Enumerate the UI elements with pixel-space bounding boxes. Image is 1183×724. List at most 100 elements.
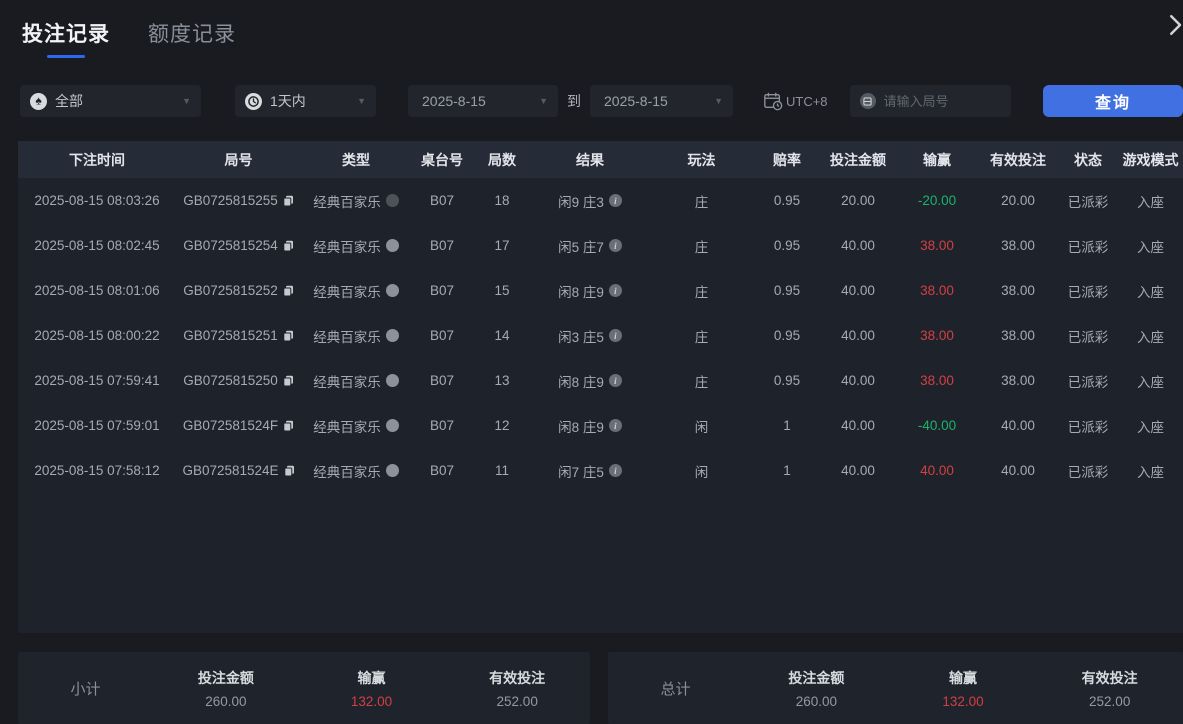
result-cell: 闲3 庄5 i	[531, 326, 649, 346]
col-header-odds: 赔率	[773, 151, 801, 168]
result-cell: 闲8 庄9 i	[531, 281, 649, 301]
winloss-cell: -20.00	[917, 193, 957, 208]
winloss-cell: 38.00	[920, 373, 954, 388]
bet-time: 2025-08-15 08:01:06	[34, 283, 160, 298]
subtotal-bet-value: 260.00	[205, 693, 247, 709]
round-id: GB072581524F	[182, 418, 279, 433]
date-to-value: 2025-8-15	[604, 93, 668, 109]
table-row: 2025-08-15 07:58:12 GB072581524E 经典百家乐 B…	[18, 448, 1183, 493]
table-no: B07	[429, 238, 455, 253]
game-mode: 入座	[1137, 194, 1164, 210]
game-type-select[interactable]: ♠ 全部 ▼	[20, 85, 201, 117]
game-type-value: 全部	[55, 93, 83, 109]
copy-icon[interactable]	[283, 285, 294, 297]
table-row: 2025-08-15 08:03:26 GB0725815255 经典百家乐 B…	[18, 178, 1183, 223]
copy-icon[interactable]	[283, 465, 295, 477]
betting-records-page: 投注记录 额度记录 ♠ 全部 ▼ 1天内 ▼ 2025-8-15 ▼ 到 202…	[0, 0, 1183, 724]
play-type: 庄	[694, 374, 709, 390]
play-type: 闲	[694, 419, 709, 435]
round-id-cell: GB0725815254	[176, 238, 301, 253]
game-type-cell: 经典百家乐	[301, 416, 411, 436]
result-text: 闲5 庄7	[558, 239, 604, 255]
time-range-select[interactable]: 1天内 ▼	[235, 85, 376, 117]
info-icon[interactable]: i	[608, 239, 622, 252]
bet-time: 2025-08-15 08:00:22	[34, 328, 160, 343]
chevron-down-icon: ▼	[357, 96, 366, 106]
round-badge-icon	[859, 93, 876, 109]
round-no: 17	[494, 238, 510, 253]
col-header-valid-bet: 有效投注	[990, 151, 1046, 168]
info-icon[interactable]: i	[608, 464, 622, 477]
game-type: 经典百家乐	[313, 284, 381, 300]
valid-bet: 38.00	[1001, 238, 1035, 253]
valid-bet: 40.00	[1001, 463, 1035, 478]
bet-time: 2025-08-15 07:59:41	[34, 373, 160, 388]
info-icon[interactable]: i	[608, 329, 622, 342]
game-type: 经典百家乐	[313, 329, 381, 345]
records-table: 下注时间 局号 类型 桌台号 局数 结果 玩法 赔率 投注金额 输赢 有效投注 …	[18, 141, 1183, 633]
info-icon[interactable]: i	[608, 284, 622, 297]
tab-label: 额度记录	[148, 23, 236, 46]
chevron-right-icon[interactable]	[1160, 10, 1183, 40]
table-row: 2025-08-15 07:59:01 GB072581524F 经典百家乐 B…	[18, 403, 1183, 448]
copy-icon[interactable]	[283, 330, 294, 342]
timezone-label: UTC+8	[786, 93, 828, 109]
round-id-cell: GB072581524E	[176, 463, 301, 478]
game-type: 经典百家乐	[313, 374, 381, 390]
query-button[interactable]: 查询	[1043, 85, 1183, 117]
game-mode: 入座	[1137, 329, 1164, 345]
round-id-search[interactable]	[849, 85, 1011, 117]
round-id: GB072581524E	[182, 463, 279, 478]
game-type: 经典百家乐	[313, 239, 381, 255]
type-status-dot	[385, 374, 399, 387]
info-icon[interactable]: i	[608, 194, 622, 207]
tab-bar: 投注记录 额度记录	[22, 18, 236, 58]
odds: 0.95	[773, 193, 801, 208]
copy-icon[interactable]	[283, 240, 294, 252]
game-mode: 入座	[1137, 284, 1164, 300]
bet-time: 2025-08-15 08:03:26	[34, 193, 160, 208]
type-status-dot	[385, 239, 399, 252]
table-row: 2025-08-15 08:02:45 GB0725815254 经典百家乐 B…	[18, 223, 1183, 268]
play-type: 闲	[694, 464, 709, 480]
copy-icon[interactable]	[283, 375, 294, 387]
result-cell: 闲8 庄9 i	[531, 416, 649, 436]
to-label: 到	[567, 93, 581, 109]
play-type: 庄	[694, 284, 709, 300]
date-from-select[interactable]: 2025-8-15 ▼	[408, 85, 558, 117]
result-text: 闲8 庄9	[558, 284, 604, 300]
result-cell: 闲8 庄9 i	[531, 371, 649, 391]
status: 已派彩	[1067, 194, 1109, 210]
subtotal-valid-bet: 有效投注 252.00	[444, 668, 590, 709]
round-id-input[interactable]	[883, 93, 994, 109]
timezone-indicator[interactable]: UTC+8	[763, 91, 828, 111]
status: 已派彩	[1067, 464, 1109, 480]
date-to-select[interactable]: 2025-8-15 ▼	[590, 85, 733, 117]
bet-amount: 20.00	[841, 193, 875, 208]
total-winloss: 输赢 132.00	[890, 668, 1037, 709]
odds: 0.95	[773, 373, 801, 388]
tab-betting-records[interactable]: 投注记录	[22, 18, 110, 58]
total-valid-bet: 有效投注 252.00	[1036, 668, 1183, 709]
game-mode: 入座	[1137, 374, 1164, 390]
tab-quota-records[interactable]: 额度记录	[148, 18, 236, 48]
copy-icon[interactable]	[283, 420, 294, 432]
col-header-bet-amount: 投注金额	[830, 151, 886, 168]
info-icon[interactable]: i	[608, 374, 622, 387]
round-id: GB0725815250	[183, 373, 278, 388]
round-id-cell: GB0725815251	[176, 328, 301, 343]
type-status-dot	[385, 194, 399, 207]
result-text: 闲8 庄9	[558, 419, 604, 435]
col-header-type: 类型	[342, 151, 370, 168]
winloss-cell: 40.00	[920, 463, 954, 478]
valid-bet: 40.00	[1001, 418, 1035, 433]
copy-icon[interactable]	[283, 195, 294, 207]
game-type: 经典百家乐	[313, 464, 381, 480]
filter-bar: ♠ 全部 ▼ 1天内 ▼ 2025-8-15 ▼ 到 2025-8-15 ▼ U…	[20, 85, 1183, 117]
info-icon[interactable]: i	[608, 419, 622, 432]
subtotal-winloss: 输赢 132.00	[299, 668, 445, 709]
play-type: 庄	[694, 239, 709, 255]
col-header-table-no: 桌台号	[421, 151, 463, 168]
bet-amount: 40.00	[841, 418, 875, 433]
status: 已派彩	[1067, 284, 1109, 300]
